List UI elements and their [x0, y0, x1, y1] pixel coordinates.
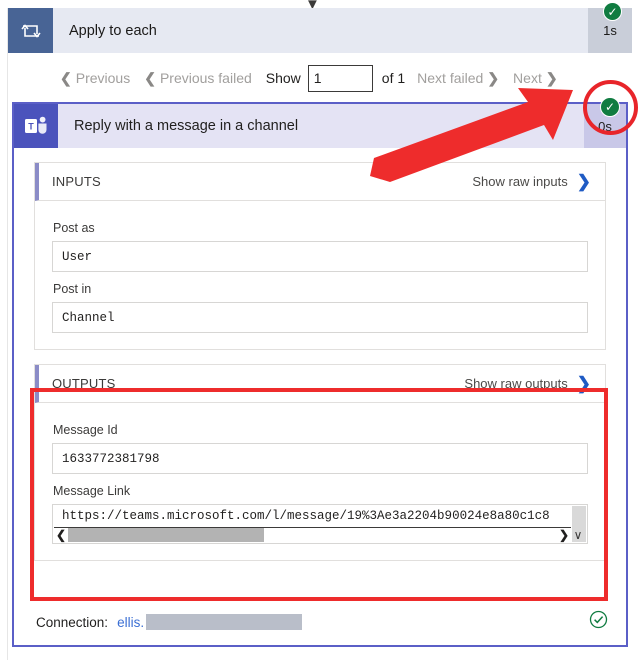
message-id-value: 1633772381798 — [52, 443, 588, 474]
post-as-label: Post as — [53, 221, 95, 235]
action-card-body: INPUTS Show raw inputs ❯ Post as User Po… — [14, 148, 626, 561]
show-raw-outputs-button[interactable]: Show raw outputs ❯ — [464, 375, 591, 392]
chevron-right-icon: ❯ — [545, 69, 558, 86]
outputs-section-body: Message Id 1633772381798 Message Link ht… — [35, 403, 605, 560]
previous-label: Previous — [75, 70, 131, 86]
show-raw-inputs-label: Show raw inputs — [472, 174, 568, 189]
loop-repeat-icon — [8, 8, 53, 53]
scrollbar-thumb[interactable] — [68, 528, 264, 542]
iteration-pager: ❮ Previous ❮ Previous failed Show of 1 N… — [8, 58, 632, 98]
action-success-status-icon: ✓ — [600, 97, 620, 117]
microsoft-teams-icon: T — [14, 104, 58, 148]
flow-run-details-panel: ▼ Apply to each 1s ✓ ❮ Previous ❮ Previo… — [0, 0, 640, 660]
post-as-value: User — [52, 241, 588, 272]
loop-success-status-icon: ✓ — [603, 2, 622, 21]
chevron-right-icon: ❯ — [576, 374, 591, 393]
scroll-right-arrow-icon[interactable]: ❯ — [557, 528, 571, 542]
previous-button[interactable]: ❮ Previous — [60, 70, 130, 87]
outputs-section-header: OUTPUTS Show raw outputs ❯ — [35, 365, 605, 403]
action-title: Reply with a message in a channel — [74, 118, 299, 134]
page-number-input[interactable] — [307, 64, 373, 92]
chevron-down-icon[interactable]: ∨ — [571, 527, 585, 542]
scrollbar-track[interactable] — [68, 528, 557, 542]
message-link-label: Message Link — [53, 484, 131, 498]
post-in-value: Channel — [52, 302, 588, 333]
previous-failed-button[interactable]: ❮ Previous failed — [144, 70, 252, 87]
inputs-section: INPUTS Show raw inputs ❯ Post as User Po… — [34, 162, 606, 350]
connection-user[interactable]: ellis. — [117, 615, 144, 630]
connection-footer: Connection: ellis. — [14, 599, 626, 645]
inputs-heading: INPUTS — [52, 174, 101, 189]
connection-redacted-block — [146, 614, 303, 630]
previous-failed-label: Previous failed — [159, 70, 252, 86]
next-button[interactable]: Next ❯ — [513, 70, 558, 87]
svg-text:T: T — [28, 122, 34, 132]
chevron-right-icon: ❯ — [487, 69, 500, 86]
inputs-section-body: Post as User Post in Channel — [35, 201, 605, 349]
action-card-header[interactable]: T Reply with a message in a channel 0s — [14, 104, 626, 148]
connection-label: Connection: — [36, 614, 109, 630]
post-in-label: Post in — [53, 282, 92, 296]
top-strip: ▼ — [0, 0, 640, 12]
chevron-left-icon: ❮ — [60, 69, 72, 86]
next-failed-button[interactable]: Next failed ❯ — [417, 70, 499, 87]
next-failed-label: Next failed — [417, 70, 484, 86]
message-link-value: https://teams.microsoft.com/l/message/19… — [62, 509, 550, 523]
panel-right-edge — [632, 0, 640, 660]
panel-left-edge — [0, 0, 8, 660]
apply-to-each-title: Apply to each — [69, 22, 157, 39]
inputs-section-header: INPUTS Show raw inputs ❯ — [35, 163, 605, 201]
message-id-label: Message Id — [53, 423, 118, 437]
next-label: Next — [513, 70, 542, 86]
outputs-section: OUTPUTS Show raw outputs ❯ Message Id 16… — [34, 364, 606, 561]
outputs-heading: OUTPUTS — [52, 376, 116, 391]
action-card: T Reply with a message in a channel 0s I… — [12, 102, 628, 647]
apply-to-each-header[interactable]: Apply to each 1s — [8, 8, 632, 53]
show-raw-inputs-button[interactable]: Show raw inputs ❯ — [472, 173, 591, 190]
chevron-right-icon: ❯ — [576, 172, 591, 191]
message-link-horizontal-scrollbar[interactable]: ❮ ❯ — [54, 527, 571, 542]
scroll-left-arrow-icon[interactable]: ❮ — [54, 528, 68, 542]
connection-status-icon — [589, 610, 608, 634]
chevron-left-icon: ❮ — [144, 69, 156, 86]
message-link-field[interactable]: https://teams.microsoft.com/l/message/19… — [52, 504, 588, 544]
page-total-label: of 1 — [381, 70, 406, 86]
show-raw-outputs-label: Show raw outputs — [464, 376, 568, 391]
show-label: Show — [265, 70, 301, 86]
